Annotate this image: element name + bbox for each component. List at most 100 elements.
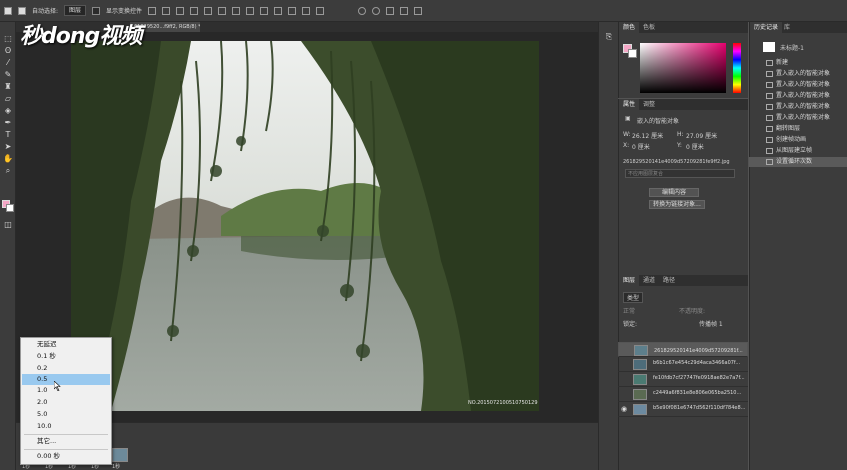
tab-color[interactable]: 颜色 — [619, 22, 640, 33]
layer-name[interactable]: c2449a6f831e8e806e065ba2510... — [653, 390, 741, 396]
delay-menu-item[interactable]: 1.0 — [22, 385, 110, 396]
distribute-top-icon[interactable] — [232, 6, 241, 15]
history-item[interactable]: 置入嵌入的智能对象 — [749, 80, 847, 90]
quick-mask-icon[interactable]: ◫ — [3, 220, 13, 230]
tab-swatches[interactable]: 色板 — [639, 22, 659, 33]
panel-background-swatch[interactable] — [628, 49, 637, 58]
auto-align-icon[interactable] — [316, 6, 325, 15]
tab-history[interactable]: 历史记录 — [750, 22, 783, 33]
smart-object-icon: ▣ — [625, 115, 631, 122]
width-value[interactable]: 26.12 厘米 — [632, 131, 663, 140]
distribute-right-icon[interactable] — [302, 6, 311, 15]
eraser-tool-icon[interactable]: ▱ — [3, 94, 13, 104]
layer-row[interactable]: 261829520141e4009d57209281f... — [618, 342, 748, 357]
convert-to-linked-button[interactable]: 转换为链接对象... — [649, 200, 705, 209]
layer-name[interactable]: fe10fdb7cf27747fe0918ae82e7a7f... — [653, 375, 745, 381]
3d-roll-icon[interactable] — [372, 6, 381, 15]
eye-icon[interactable]: ◉ — [621, 405, 627, 413]
frame-delay-label[interactable]: 1秒 — [112, 463, 120, 470]
bucket-tool-icon[interactable]: ◈ — [3, 106, 13, 116]
stamp-tool-icon[interactable]: ♜ — [3, 82, 13, 92]
history-item[interactable]: 创建帧动画 — [749, 135, 847, 145]
layer-comp-select[interactable]: 不应用图层复合 — [625, 169, 735, 178]
tab-layers[interactable]: 图层 — [619, 275, 640, 286]
history-item[interactable]: 置入嵌入的智能对象 — [749, 113, 847, 123]
align-center-icon[interactable] — [204, 6, 213, 15]
align-middle-icon[interactable] — [162, 6, 171, 15]
layer-row[interactable]: fe10fdb7cf27747fe0918ae82e7a7f... — [618, 372, 748, 387]
history-item[interactable]: 新建 — [749, 58, 847, 68]
tab-libraries[interactable]: 库 — [780, 22, 794, 33]
marquee-tool-icon[interactable]: ⬚ — [3, 34, 13, 44]
y-value[interactable]: 0 厘米 — [686, 142, 704, 151]
delay-menu-item[interactable]: 2.0 — [22, 397, 110, 408]
tab-adjustments[interactable]: 调整 — [639, 99, 659, 110]
delay-menu-item[interactable]: 10.0 — [22, 421, 110, 432]
history-item[interactable]: 置入嵌入的智能对象 — [749, 102, 847, 112]
align-left-icon[interactable] — [190, 6, 199, 15]
color-picker-field[interactable] — [640, 43, 726, 93]
auto-select-checkbox[interactable] — [18, 6, 26, 15]
tab-paths[interactable]: 路径 — [659, 275, 679, 286]
delay-menu-other[interactable]: 其它... — [22, 436, 110, 447]
x-value[interactable]: 0 厘米 — [632, 142, 650, 151]
background-color-swatch[interactable] — [6, 204, 14, 212]
history-item[interactable]: 置入嵌入的智能对象 — [749, 91, 847, 101]
hand-tool-icon[interactable]: ✋ — [3, 154, 13, 164]
3d-pan-icon[interactable] — [386, 6, 395, 15]
height-value[interactable]: 27.09 厘米 — [686, 131, 717, 140]
distribute-middle-icon[interactable] — [246, 6, 255, 15]
edit-contents-button[interactable]: 编辑内容 — [649, 188, 699, 197]
propagate-frame-label[interactable]: 传播帧 1 — [699, 319, 723, 328]
eyedropper-tool-icon[interactable]: ⁄ — [3, 58, 13, 68]
history-item-label: 置入嵌入的智能对象 — [776, 92, 831, 99]
snapshot-name[interactable]: 未标题-1 — [780, 43, 804, 52]
type-tool-icon[interactable]: T — [3, 130, 13, 140]
auto-select-dropdown[interactable]: 图层 — [64, 5, 87, 16]
move-tool-icon[interactable] — [4, 6, 12, 15]
linked-file-name: 261829520141e4009d57209281fe9ff2.jpg — [623, 159, 730, 165]
layer-row[interactable]: b6b1c67e454c29d4aca3466a07f... — [618, 357, 748, 372]
history-item[interactable]: 从图层建立帧 — [749, 146, 847, 156]
distribute-center-icon[interactable] — [288, 6, 297, 15]
delay-menu-item[interactable]: 无延迟 — [22, 339, 110, 350]
align-bottom-icon[interactable] — [176, 6, 185, 15]
tab-properties[interactable]: 属性 — [619, 99, 640, 110]
history-item[interactable]: 翻转图层 — [749, 124, 847, 134]
layer-row[interactable]: ◉ b5e90f081e6747d562f110df784e8... — [618, 402, 748, 417]
history-item-label: 置入嵌入的智能对象 — [776, 114, 831, 121]
history-item[interactable]: 置入嵌入的智能对象 — [749, 69, 847, 79]
distribute-left-icon[interactable] — [274, 6, 283, 15]
history-dock-icon[interactable]: ⎘ — [604, 32, 614, 42]
layer-kind-filter[interactable]: 类型 — [623, 292, 644, 303]
path-selection-tool-icon[interactable]: ➤ — [3, 142, 13, 152]
delay-menu-item-highlighted[interactable]: 0.5 — [22, 374, 110, 385]
3d-slide-icon[interactable] — [400, 6, 409, 15]
lasso-tool-icon[interactable]: ʘ — [3, 46, 13, 56]
brush-tool-icon[interactable]: ✎ — [3, 70, 13, 80]
canvas-photo[interactable] — [71, 41, 539, 411]
layer-name[interactable]: b5e90f081e6747d562f110df784e8... — [653, 405, 745, 411]
history-item-current[interactable]: 设置循环次数 — [749, 157, 847, 167]
zoom-tool-icon[interactable]: ⌕ — [3, 166, 13, 176]
show-transform-checkbox[interactable] — [92, 6, 101, 15]
pen-tool-icon[interactable]: ✒ — [3, 118, 13, 128]
layer-name[interactable]: 261829520141e4009d57209281f... — [654, 346, 743, 356]
layer-name[interactable]: b6b1c67e454c29d4aca3466a07f... — [653, 360, 740, 366]
3d-rotate-icon[interactable] — [358, 6, 367, 15]
blend-mode-select[interactable]: 正常 — [623, 306, 635, 315]
color-panel-tabs: 颜色 色板 — [619, 22, 748, 33]
align-right-icon[interactable] — [218, 6, 227, 15]
3d-scale-icon[interactable] — [414, 6, 423, 15]
layer-row[interactable]: c2449a6f831e8e806e065ba2510... — [618, 387, 748, 402]
tab-channels[interactable]: 通道 — [639, 275, 659, 286]
history-item-label: 设置循环次数 — [776, 158, 813, 165]
delay-menu-item[interactable]: 5.0 — [22, 409, 110, 420]
delay-menu-item[interactable]: 0.1 秒 — [22, 351, 110, 362]
timeline-frame[interactable] — [112, 448, 128, 462]
layer-thumbnail — [633, 359, 647, 370]
delay-menu-item[interactable]: 0.2 — [22, 363, 110, 374]
align-top-icon[interactable] — [148, 6, 157, 15]
hue-slider[interactable] — [733, 43, 741, 93]
distribute-bottom-icon[interactable] — [260, 6, 269, 15]
